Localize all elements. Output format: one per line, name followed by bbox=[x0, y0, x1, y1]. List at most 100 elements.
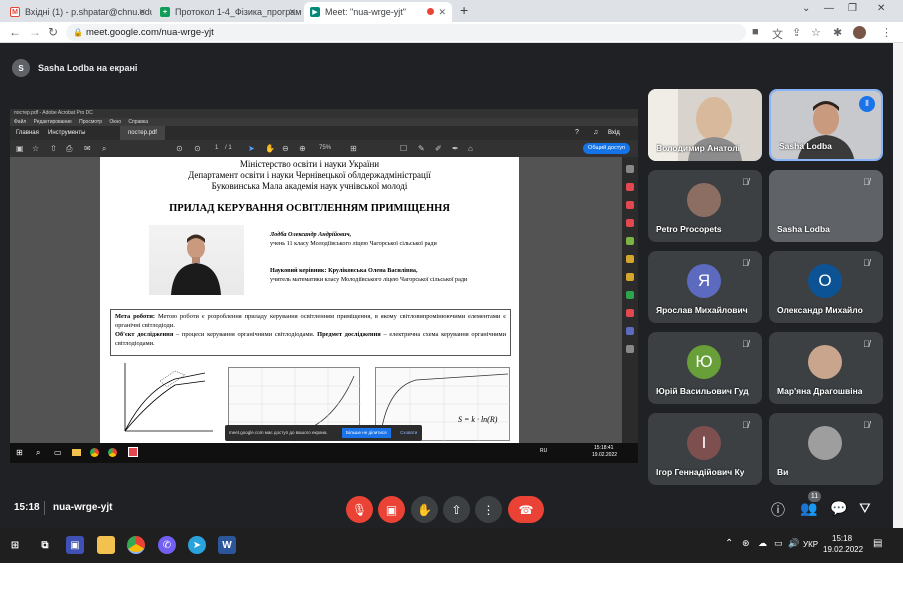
export-pdf-icon[interactable] bbox=[626, 183, 634, 191]
mic-toggle-button[interactable]: 🎙 bbox=[346, 496, 373, 523]
telegram-icon[interactable]: ➤ bbox=[188, 536, 206, 554]
sign-in-label[interactable]: Вхід bbox=[608, 126, 620, 140]
tab-tools[interactable]: Инструменты bbox=[48, 126, 85, 140]
email-icon[interactable]: ✉ bbox=[84, 140, 91, 157]
forward-icon[interactable]: → bbox=[29, 25, 41, 39]
participant-tile[interactable]: І 🎙̸ Ігор Геннадійович Ку bbox=[648, 413, 762, 485]
share-button[interactable]: Общий доступ bbox=[583, 143, 630, 154]
cloud-icon[interactable]: ☁ bbox=[758, 538, 767, 549]
activities-icon[interactable]: ⛛ bbox=[859, 500, 871, 517]
zoom-select[interactable]: 75% bbox=[319, 140, 331, 157]
task-view-icon[interactable]: ▭ bbox=[54, 448, 62, 457]
start-icon[interactable]: ⊞ bbox=[16, 448, 23, 457]
comment-icon[interactable]: ☐ bbox=[400, 140, 407, 157]
share-icon[interactable]: ⇪ bbox=[792, 26, 801, 39]
profile-avatar[interactable] bbox=[853, 26, 866, 39]
save-icon[interactable]: ▣ bbox=[16, 140, 24, 157]
hide-button[interactable]: Сховати bbox=[400, 425, 417, 441]
close-window-button[interactable]: ✕ bbox=[877, 3, 885, 14]
highlight-icon[interactable]: ✐ bbox=[435, 140, 442, 157]
more-tools-icon[interactable] bbox=[626, 345, 634, 353]
new-tab-button[interactable]: + bbox=[460, 2, 468, 18]
close-icon[interactable]: ✕ bbox=[288, 7, 296, 18]
folder-icon[interactable] bbox=[72, 449, 81, 456]
windows-start-icon[interactable]: ⊞ bbox=[6, 536, 24, 554]
tab-search-icon[interactable]: ⌄ bbox=[802, 3, 810, 14]
tab-home[interactable]: Главная bbox=[16, 126, 39, 140]
participant-tile[interactable]: Я 🎙̸ Ярослав Михайлович bbox=[648, 251, 762, 323]
participant-tile[interactable]: 🎙̸ Petro Procopets bbox=[648, 170, 762, 242]
edit-pdf-icon[interactable] bbox=[626, 201, 634, 209]
save-app-icon[interactable]: ▣ bbox=[66, 536, 84, 554]
page-number-input[interactable]: 1 bbox=[215, 140, 218, 157]
minimize-button[interactable]: — bbox=[824, 3, 834, 14]
cursor-icon[interactable]: ➤ bbox=[248, 140, 255, 157]
clock-date[interactable]: 19.02.2022 bbox=[823, 545, 863, 554]
tab-gmail[interactable]: M Вхідні (1) - p.shpatar@chnu.edu ✕ bbox=[4, 2, 152, 22]
help-icon[interactable]: ? bbox=[575, 126, 579, 140]
print-icon[interactable]: ⎙ bbox=[66, 140, 72, 157]
more-options-button[interactable]: ⋮ bbox=[475, 496, 502, 523]
participant-tile[interactable]: Володимир Анатолі bbox=[648, 89, 762, 161]
bookmark-icon[interactable]: ☆ bbox=[32, 140, 39, 157]
language-indicator[interactable]: УКР bbox=[803, 540, 818, 549]
chrome-icon-2[interactable] bbox=[108, 448, 117, 457]
info-icon[interactable]: ⓘ bbox=[771, 500, 785, 520]
hand-icon[interactable]: ✋ bbox=[265, 140, 275, 157]
chrome-icon[interactable] bbox=[127, 536, 145, 554]
fill-sign-icon[interactable] bbox=[626, 255, 634, 263]
acrobat-taskbar-icon[interactable] bbox=[128, 447, 138, 457]
zoom-tool-icon[interactable] bbox=[626, 165, 634, 173]
tray-chevron-icon[interactable]: ⌃ bbox=[725, 538, 733, 549]
present-button[interactable]: ⇧ bbox=[443, 496, 470, 523]
camera-indicator-icon[interactable]: ■ bbox=[752, 26, 759, 38]
zoom-out-icon[interactable]: ⊖ bbox=[282, 140, 289, 157]
next-page-icon[interactable]: ⊙ bbox=[194, 140, 201, 157]
bookmark-star-icon[interactable]: ☆ bbox=[811, 26, 821, 39]
translate-icon[interactable]: 文 bbox=[772, 26, 783, 42]
search-icon[interactable]: ⌕ bbox=[102, 140, 106, 157]
compare-icon[interactable] bbox=[626, 309, 634, 317]
sign-icon[interactable]: ✒ bbox=[452, 140, 459, 157]
bell-icon[interactable]: ♫ bbox=[593, 126, 598, 140]
notifications-icon[interactable]: ▤ bbox=[873, 538, 882, 549]
file-explorer-icon[interactable] bbox=[97, 536, 115, 554]
tab-document[interactable]: постер.pdf bbox=[120, 126, 165, 140]
leave-call-button[interactable]: ☎ bbox=[508, 496, 544, 523]
extensions-icon[interactable]: ✱ bbox=[833, 26, 842, 39]
upload-icon[interactable]: ⇧ bbox=[50, 140, 57, 157]
search-icon[interactable]: ⌕ bbox=[36, 448, 40, 458]
self-tile[interactable]: 🎙̸ Ви bbox=[769, 413, 883, 485]
raise-hand-button[interactable]: ✋ bbox=[411, 496, 438, 523]
prev-page-icon[interactable]: ⊙ bbox=[176, 140, 183, 157]
zoom-in-icon[interactable]: ⊕ bbox=[299, 140, 306, 157]
back-icon[interactable]: ← bbox=[9, 25, 21, 39]
tab-meet[interactable]: ▶ Meet: "nua-wrge-yjt" ✕ bbox=[304, 2, 452, 22]
protect-icon[interactable] bbox=[626, 327, 634, 335]
menu-dots-icon[interactable]: ⋮ bbox=[881, 26, 892, 39]
viber-icon[interactable]: ✆ bbox=[158, 536, 176, 554]
shared-screen[interactable]: постер.pdf - Adobe Acrobat Pro DC Файл Р… bbox=[10, 109, 638, 463]
volume-icon[interactable]: 🔊 bbox=[788, 538, 799, 549]
close-icon[interactable]: ✕ bbox=[138, 7, 146, 18]
camera-toggle-button[interactable]: ▣ bbox=[378, 496, 405, 523]
pen-icon[interactable]: ✎ bbox=[418, 140, 425, 157]
tab-sheets[interactable]: + Протокол 1-4_Фізика_програм ✕ bbox=[154, 2, 302, 22]
participant-tile[interactable]: 🎙̸ Мар'яна Драгошвіна bbox=[769, 332, 883, 404]
chat-icon[interactable]: 💬 bbox=[830, 500, 847, 517]
organize-icon[interactable] bbox=[626, 237, 634, 245]
task-view-icon[interactable]: ⧉ bbox=[36, 536, 54, 554]
stop-sharing-button[interactable]: Більше не ділитися bbox=[342, 428, 391, 438]
people-icon[interactable]: 👥 bbox=[800, 500, 817, 517]
url-input[interactable]: 🔒 meet.google.com/nua-wrge-yjt bbox=[66, 24, 746, 41]
stamp-icon[interactable]: ⌂ bbox=[468, 140, 473, 157]
create-pdf-icon[interactable] bbox=[626, 219, 634, 227]
network-icon[interactable]: ▭ bbox=[774, 538, 783, 549]
participant-tile-speaking[interactable]: ⦀ Sasha Lodba bbox=[769, 89, 883, 161]
scan-icon[interactable] bbox=[626, 291, 634, 299]
comment-tool-icon[interactable] bbox=[626, 273, 634, 281]
participant-tile[interactable]: О 🎙̸ Олександр Михайло bbox=[769, 251, 883, 323]
word-icon[interactable]: W bbox=[218, 536, 236, 554]
chrome-icon[interactable] bbox=[90, 448, 99, 457]
participant-tile[interactable]: 🎙̸ Sasha Lodba bbox=[769, 170, 883, 242]
